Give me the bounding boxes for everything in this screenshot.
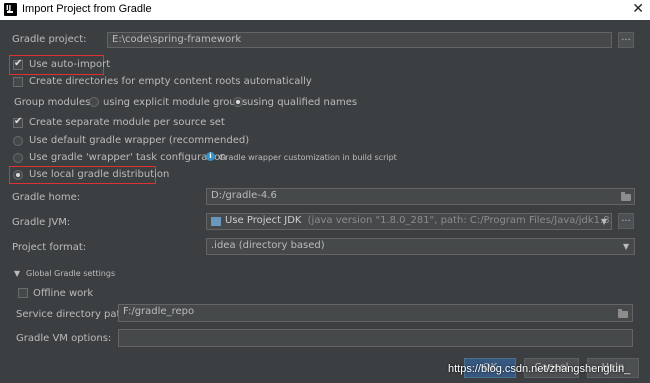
wrapper-task-label: Use gradle 'wrapper' task configuration [29, 152, 227, 163]
folder-icon[interactable] [621, 192, 631, 201]
info-icon: i [206, 152, 215, 161]
folder-icon[interactable] [618, 309, 628, 318]
watermark-text: https://blog.csdn.net/zhangshenglun_ [448, 363, 631, 375]
collapse-arrow-icon[interactable]: ▼ [14, 269, 20, 278]
group-explicit-radio[interactable] [89, 97, 99, 107]
gradle-project-browse-button[interactable]: ... [618, 32, 634, 48]
gradle-jvm-select[interactable]: Use Project JDK (java version "1.8.0_281… [206, 213, 612, 230]
service-dir-label: Service directory path: [16, 309, 131, 320]
wrapper-task-radio[interactable] [13, 153, 23, 163]
wrapper-info-text: Gradle wrapper customization in build sc… [219, 153, 397, 162]
auto-import-label: Use auto-import [29, 59, 111, 70]
group-modules-label: Group modules: [14, 97, 94, 108]
auto-import-checkbox[interactable] [13, 58, 23, 70]
dropdown-arrow-icon[interactable]: ▼ [601, 217, 607, 226]
local-distribution-radio[interactable] [13, 170, 23, 180]
gradle-jvm-label: Gradle JVM: [12, 217, 71, 228]
close-icon[interactable]: ✕ [632, 1, 644, 17]
gradle-project-label: Gradle project: [12, 34, 87, 45]
gradle-jvm-browse-button[interactable]: ... [618, 213, 634, 229]
window-title: Import Project from Gradle [22, 3, 152, 15]
gradle-home-input[interactable]: D:/gradle-4.6 [206, 188, 635, 205]
vm-options-input[interactable] [118, 329, 633, 347]
default-wrapper-radio[interactable] [13, 136, 23, 146]
gradle-jvm-value: Use Project JDK [225, 215, 302, 226]
offline-work-checkbox[interactable] [18, 288, 28, 298]
global-settings-header[interactable]: Global Gradle settings [26, 269, 115, 278]
service-dir-input[interactable]: F:/gradle_repo [118, 304, 633, 322]
vm-options-label: Gradle VM options: [16, 333, 112, 344]
group-qualified-label: using qualified names [247, 97, 358, 108]
jdk-icon [211, 217, 221, 226]
gradle-jvm-detail: (java version "1.8.0_281", path: C:/Prog… [307, 215, 612, 226]
gradle-project-input[interactable]: E:\code\spring-framework [107, 32, 612, 48]
separate-module-label: Create separate module per source set [29, 117, 225, 128]
separate-module-checkbox[interactable] [13, 116, 23, 128]
offline-work-label: Offline work [33, 288, 94, 299]
gradle-home-label: Gradle home: [12, 192, 81, 203]
project-format-label: Project format: [12, 242, 87, 253]
create-dirs-label: Create directories for empty content roo… [29, 76, 312, 87]
local-distribution-label: Use local gradle distribution [29, 169, 170, 180]
default-wrapper-label: Use default gradle wrapper (recommended) [29, 135, 250, 146]
dropdown-arrow-icon[interactable]: ▼ [623, 242, 629, 251]
group-explicit-label: using explicit module groups [103, 97, 248, 108]
project-format-select[interactable]: .idea (directory based) [206, 238, 635, 255]
group-qualified-radio[interactable] [233, 97, 243, 107]
create-dirs-checkbox[interactable] [13, 77, 23, 87]
app-icon: IJ [4, 3, 17, 16]
title-bar: IJ Import Project from Gradle ✕ [0, 0, 650, 20]
